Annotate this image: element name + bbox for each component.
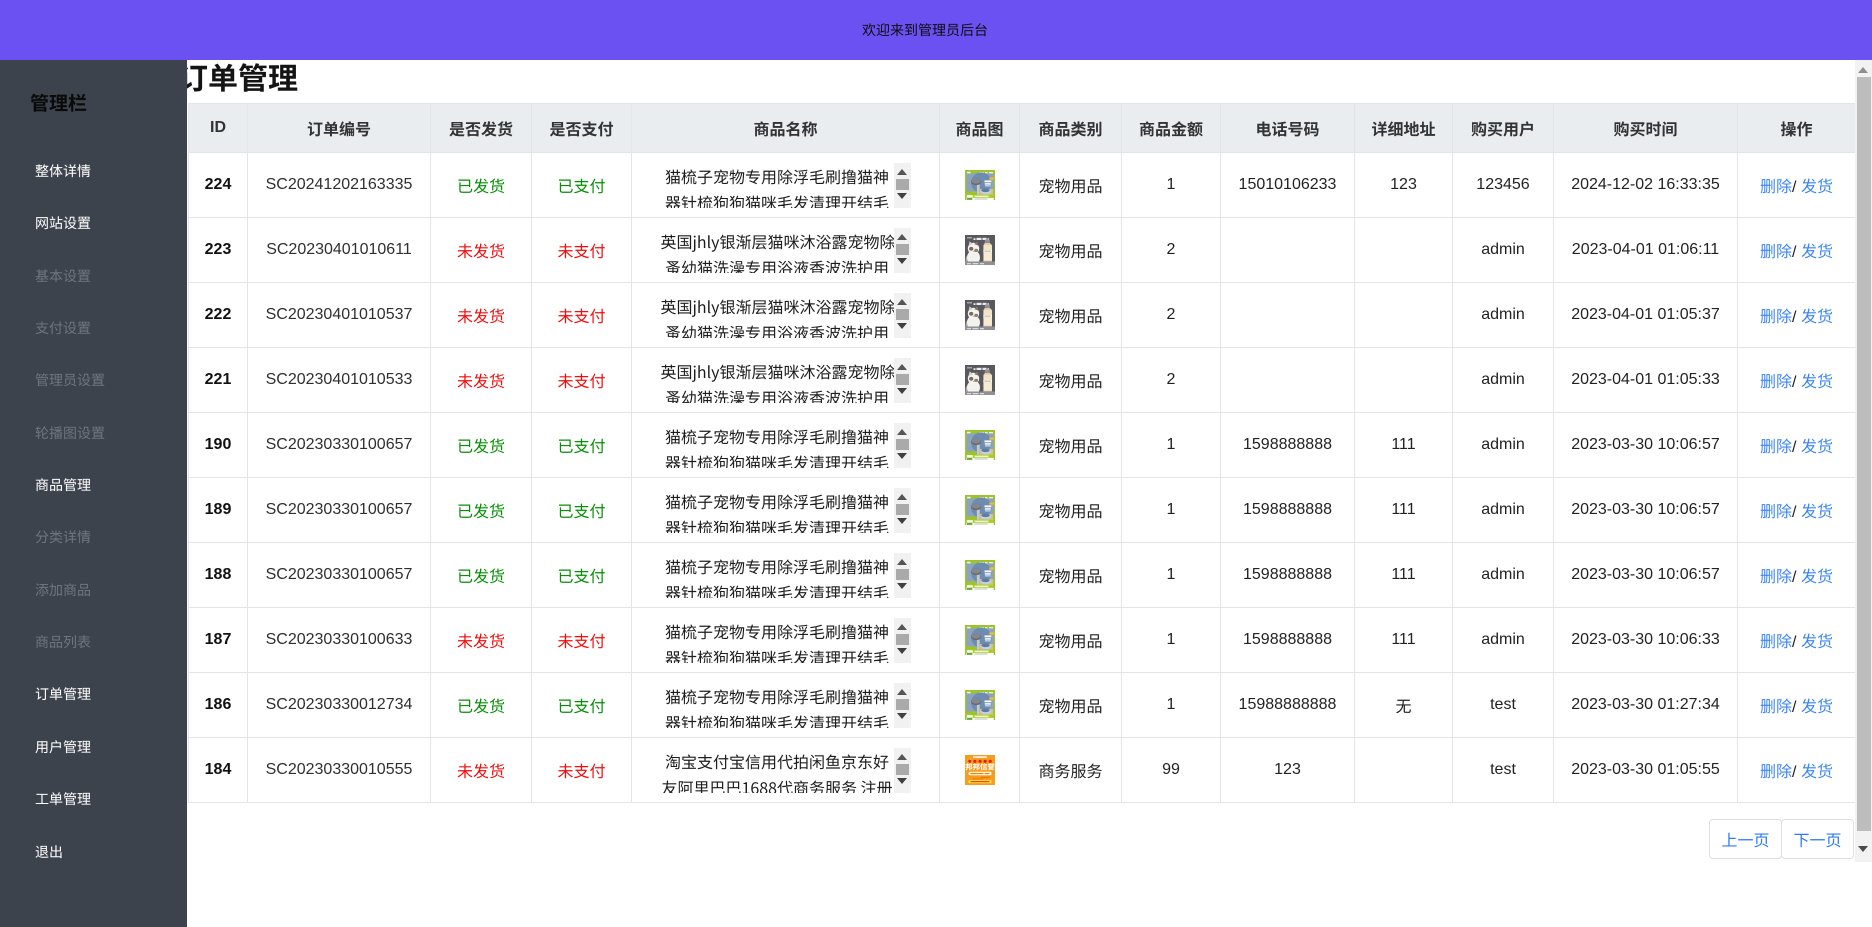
svg-text:邦邦信誉: 邦邦信誉 (965, 762, 995, 773)
